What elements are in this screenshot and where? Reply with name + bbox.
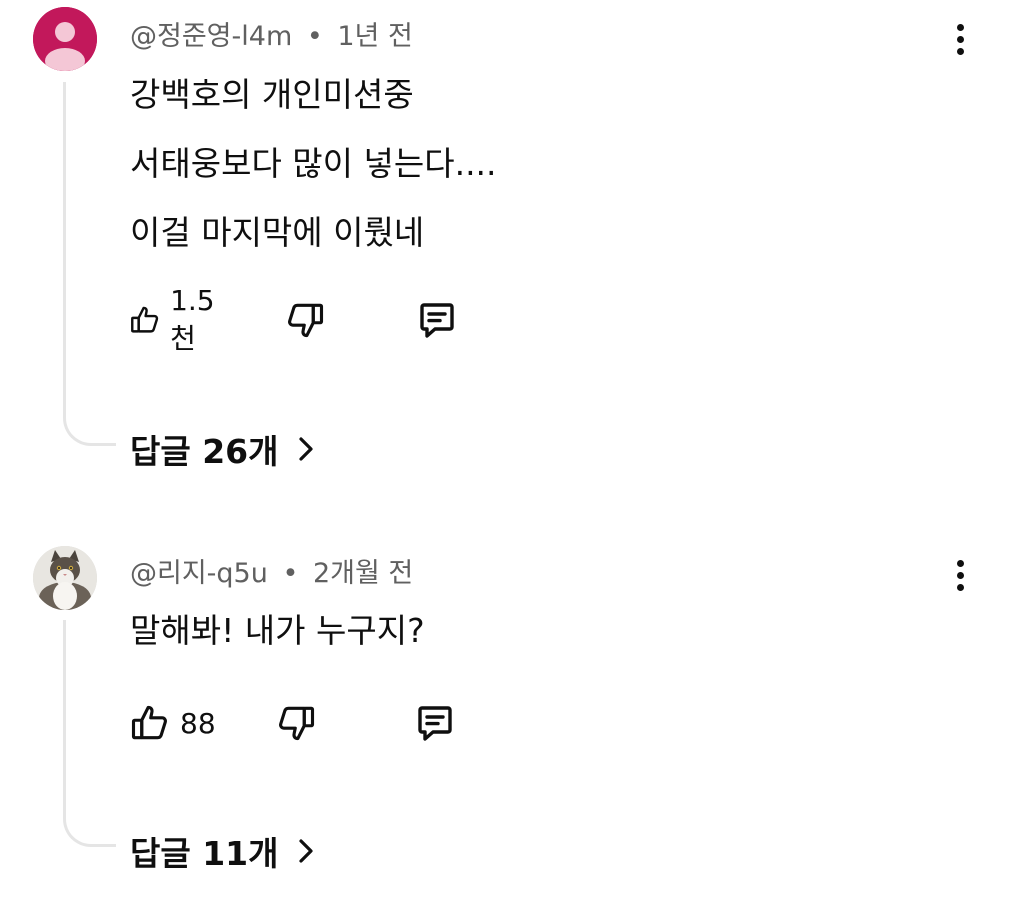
- reply-button[interactable]: [411, 698, 459, 748]
- replies-count-label: 답글 11개: [130, 834, 279, 873]
- more-vertical-icon-dot: [956, 35, 964, 43]
- comment-meta: @정준영-l4m • 1년 전: [130, 14, 413, 53]
- avatar[interactable]: [33, 546, 97, 610]
- comment-meta: @리지-q5u • 2개월 전: [130, 551, 413, 590]
- more-vertical-icon-dot: [956, 47, 964, 55]
- more-options-button[interactable]: [940, 17, 980, 61]
- comment-icon: [420, 303, 454, 338]
- view-replies-button[interactable]: 답글 11개: [130, 827, 315, 875]
- meta-separator: •: [306, 21, 323, 52]
- comment: @정준영-l4m • 1년 전 강백호의 개인미션중 서태웅보다 많이 넣는다.…: [0, 0, 1024, 490]
- dislike-button[interactable]: [283, 295, 327, 345]
- comment-time: 2개월 전: [312, 558, 414, 589]
- replies-count-label: 답글 26개: [130, 432, 279, 471]
- avatar[interactable]: [33, 7, 97, 71]
- comment-text: 강백호의 개인미션중 서태웅보다 많이 넣는다.... 이걸 마지막에 이뤘네: [130, 60, 497, 267]
- comment-line: 이걸 마지막에 이뤘네: [130, 213, 425, 252]
- comment: @리지-q5u • 2개월 전 말해봐! 내가 누구지? 88 답글 11개: [0, 530, 1024, 905]
- meta-separator: •: [282, 558, 299, 589]
- like-count: 1.5천: [170, 283, 215, 355]
- more-options-button[interactable]: [940, 553, 980, 597]
- more-vertical-icon-dot: [956, 571, 964, 579]
- thread-line: [63, 82, 116, 446]
- thumbs-up-icon: [131, 306, 159, 333]
- comment-time: 1년 전: [337, 21, 413, 52]
- comment-line: 강백호의 개인미션중: [130, 75, 414, 114]
- reply-button[interactable]: [413, 295, 461, 345]
- comment-line: 서태웅보다 많이 넣는다....: [130, 144, 497, 183]
- author-handle[interactable]: @리지-q5u: [130, 558, 268, 589]
- like-button[interactable]: 88: [128, 698, 216, 748]
- more-vertical-icon: [956, 559, 964, 567]
- cat-photo-avatar-icon: [33, 546, 97, 610]
- comment-icon: [418, 706, 452, 741]
- view-replies-button[interactable]: 답글 26개: [130, 425, 315, 473]
- thread-line: [63, 620, 116, 847]
- chevron-right-icon: [298, 437, 313, 461]
- like-button[interactable]: 1.5천: [128, 284, 225, 355]
- more-vertical-icon: [956, 23, 964, 31]
- like-count: 88: [180, 706, 216, 740]
- default-person-avatar-icon: [33, 7, 97, 71]
- chevron-right-icon: [298, 839, 313, 863]
- thumbs-down-icon: [279, 706, 315, 741]
- thumbs-down-icon: [288, 303, 324, 338]
- comment-line: 말해봐! 내가 누구지?: [130, 611, 425, 650]
- author-handle[interactable]: @정준영-l4m: [130, 21, 292, 52]
- more-vertical-icon-dot: [956, 583, 964, 591]
- thumbs-up-icon: [131, 705, 167, 740]
- comment-text: 말해봐! 내가 누구지?: [130, 596, 425, 665]
- dislike-button[interactable]: [274, 698, 318, 748]
